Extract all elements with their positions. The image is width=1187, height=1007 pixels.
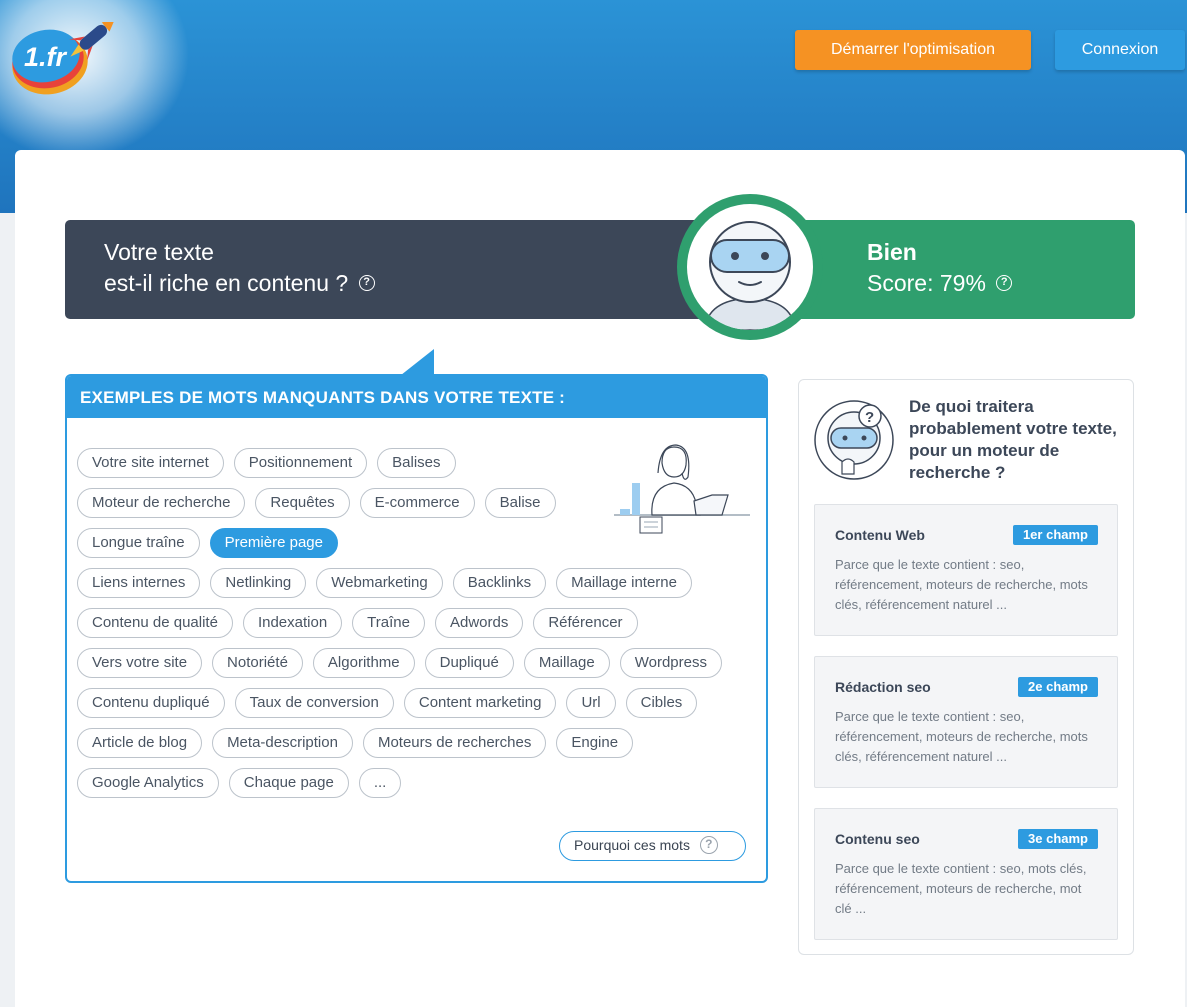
topic-name: Rédaction seo: [835, 679, 931, 695]
robot-badge: [677, 194, 823, 340]
svg-text:?: ?: [865, 409, 874, 426]
topic-rank-badge: 1er champ: [1012, 525, 1098, 545]
keyword-tag[interactable]: Contenu de qualité: [77, 608, 233, 638]
keyword-tag[interactable]: Dupliqué: [424, 648, 514, 678]
keyword-tag[interactable]: Engine: [556, 728, 634, 758]
keyword-tag[interactable]: Webmarketing: [316, 568, 443, 598]
keyword-tag[interactable]: Cibles: [625, 688, 698, 718]
score-question-line2: est-il riche en contenu ?: [104, 270, 349, 296]
keyword-tag[interactable]: ...: [358, 768, 402, 798]
score-grade: Bien: [867, 239, 917, 265]
missing-words-body: Votre site internet Positionnement Balises…: [67, 418, 766, 881]
help-icon[interactable]: ?: [358, 274, 375, 291]
topic-card: Contenu seo 3e champ Parce que le texte co…: [814, 808, 1118, 940]
topic-reason: Parce que le texte contient : seo, mots …: [835, 861, 1087, 916]
keyword-tag[interactable]: Traîne: [352, 608, 425, 638]
topics-panel: ? De quoi traitera probablement votre te…: [798, 379, 1134, 955]
keyword-tag[interactable]: Vers votre site: [77, 648, 203, 678]
robot-icon: [687, 204, 813, 330]
start-optimization-button[interactable]: Démarrer l'optimisation: [795, 30, 1031, 70]
keyword-tag[interactable]: Votre site internet: [77, 448, 224, 478]
keyword-tag[interactable]: Moteurs de recherches: [362, 728, 547, 758]
missing-words-panel: EXEMPLES DE MOTS MANQUANTS DANS VOTRE TE…: [65, 374, 768, 883]
svg-text:1.fr: 1.fr: [24, 42, 68, 72]
keyword-tag[interactable]: Chaque page: [228, 768, 349, 798]
score-question: Votre texte est-il riche en contenu ? ?: [104, 237, 375, 299]
score-question-panel: Votre texte est-il riche en contenu ? ?: [65, 220, 765, 319]
site-logo[interactable]: 1.fr: [8, 19, 123, 102]
keyword-tag[interactable]: Wordpress: [619, 648, 722, 678]
keyword-tag[interactable]: Taux de conversion: [234, 688, 394, 718]
tag-list-bottom: Liens internes Netlinking Webmarketing Back…: [77, 568, 737, 798]
topic-reason: Parce que le texte contient : seo, référ…: [835, 709, 1088, 764]
keyword-tag[interactable]: Algorithme: [312, 648, 415, 678]
topic-card: Contenu Web 1er champ Parce que le texte c…: [814, 504, 1118, 636]
tag-list-top: Votre site internet Positionnement Balises…: [77, 448, 597, 558]
topic-rank-badge: 2e champ: [1018, 677, 1098, 697]
keyword-tag[interactable]: Article de blog: [77, 728, 203, 758]
keyword-tag[interactable]: Référencer: [533, 608, 638, 638]
keyword-tag[interactable]: Balise: [484, 488, 556, 518]
keyword-tag[interactable]: Moteur de recherche: [77, 488, 246, 518]
keyword-tag[interactable]: Backlinks: [452, 568, 547, 598]
keyword-tag[interactable]: Balises: [377, 448, 456, 478]
keyword-tag[interactable]: Netlinking: [210, 568, 307, 598]
topic-name: Contenu seo: [835, 831, 920, 847]
topic-name: Contenu Web: [835, 527, 925, 543]
missing-words-title: EXEMPLES DE MOTS MANQUANTS DANS VOTRE TE…: [67, 376, 766, 418]
topic-reason: Parce que le texte contient : seo, référ…: [835, 557, 1088, 612]
why-button-label: Pourquoi ces mots: [574, 836, 690, 853]
keyword-tag[interactable]: Contenu dupliqué: [77, 688, 225, 718]
thinking-robot-icon: ?: [814, 398, 896, 482]
keyword-tag[interactable]: Première page: [209, 528, 338, 558]
score-value: Score: 79% ?: [867, 268, 1013, 299]
login-button[interactable]: Connexion: [1055, 30, 1185, 70]
keyword-tag[interactable]: Google Analytics: [77, 768, 219, 798]
keyword-tag[interactable]: Notoriété: [212, 648, 303, 678]
keyword-tag[interactable]: Positionnement: [233, 448, 368, 478]
topic-card: Rédaction seo 2e champ Parce que le texte …: [814, 656, 1118, 788]
keyword-tag[interactable]: Maillage: [523, 648, 610, 678]
keyword-tag[interactable]: E-commerce: [359, 488, 475, 518]
keyword-tag[interactable]: Longue traîne: [77, 528, 200, 558]
score-question-line1: Votre texte: [104, 239, 214, 265]
why-these-words-button[interactable]: Pourquoi ces mots ?: [559, 831, 746, 861]
topics-title: De quoi traitera probablement votre text…: [909, 397, 1117, 482]
keyword-tag[interactable]: Adwords: [434, 608, 524, 638]
topic-rank-badge: 3e champ: [1018, 829, 1098, 849]
score-value-text: Score: 79%: [867, 270, 986, 296]
keyword-tag[interactable]: Meta-description: [212, 728, 353, 758]
keyword-tag[interactable]: Content marketing: [403, 688, 557, 718]
help-icon[interactable]: ?: [996, 274, 1013, 291]
keyword-tag[interactable]: Maillage interne: [556, 568, 692, 598]
keyword-tag[interactable]: Indexation: [242, 608, 343, 638]
keyword-tag[interactable]: Url: [566, 688, 616, 718]
keyword-tag[interactable]: Liens internes: [77, 568, 201, 598]
keyword-tag[interactable]: Requêtes: [255, 488, 350, 518]
woman-laptop-illustration: [612, 443, 752, 548]
help-icon: ?: [699, 836, 718, 855]
